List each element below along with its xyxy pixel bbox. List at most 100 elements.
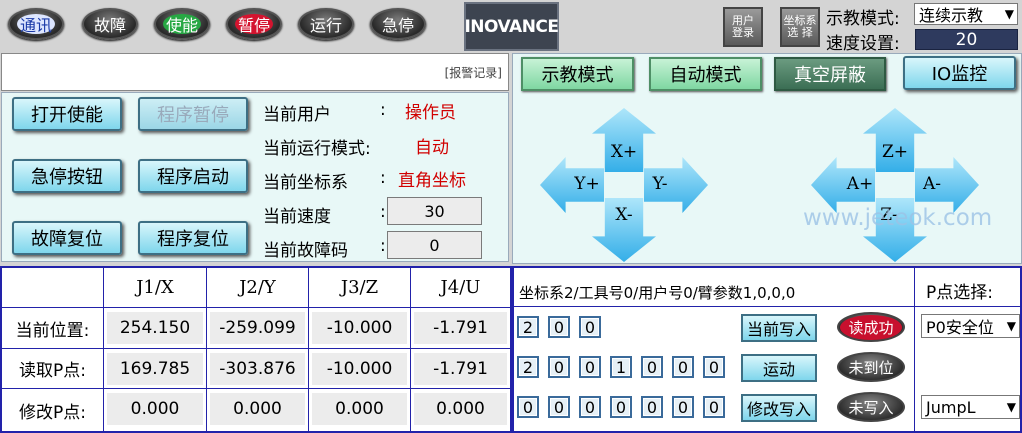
speed-setting-label: 速度设置: xyxy=(826,34,900,54)
read-success-label: 读成功 xyxy=(840,314,902,340)
enable-status-button[interactable]: 使能 xyxy=(154,8,210,40)
user-login-button[interactable]: 用户 登录 xyxy=(723,7,763,47)
modify-j2-input[interactable]: 0.000 xyxy=(210,393,305,425)
coord-select-label: 坐标系 选 择 xyxy=(783,14,817,39)
pause-status-button[interactable]: 暂停 xyxy=(226,8,282,40)
comm-status-button[interactable]: 通讯 xyxy=(8,8,64,40)
current-user-value: 操作员 xyxy=(405,103,456,123)
modify-write-button[interactable]: 修改写入 xyxy=(741,394,817,422)
not-arrived-label: 未到位 xyxy=(848,358,894,377)
modify-j1-input[interactable]: 0.000 xyxy=(107,393,203,425)
current-speed-label: 当前速度 xyxy=(263,207,331,227)
watermark: www.jeteok.com xyxy=(803,205,993,231)
digit-cell[interactable]: 0 xyxy=(517,396,539,418)
run-status-button[interactable]: 运行 xyxy=(298,8,354,40)
table-cell: 169.785 xyxy=(107,353,203,385)
fault-reset-button[interactable]: 故障复位 xyxy=(12,221,122,255)
col-header-j3: J3/Z xyxy=(340,277,379,298)
y-minus-label: Y- xyxy=(652,174,668,194)
estop-button[interactable]: 急停按钮 xyxy=(12,159,122,193)
digit-cell[interactable]: 0 xyxy=(672,356,694,378)
open-enable-button[interactable]: 打开使能 xyxy=(12,97,122,131)
digit-cell[interactable]: 0 xyxy=(579,316,601,338)
fault-code-colon: : xyxy=(380,236,386,256)
run-mode-label: 当前运行模式: xyxy=(263,139,371,159)
digit-cell[interactable]: 0 xyxy=(579,396,601,418)
coord-system-colon: : xyxy=(380,168,386,188)
col-header-j1: J1/X xyxy=(136,277,174,298)
jump-mode-select[interactable]: JumpL ▼ xyxy=(921,395,1020,419)
teach-mode-button[interactable]: 示教模式 xyxy=(521,57,634,91)
move-button[interactable]: 运动 xyxy=(741,354,817,382)
digit-cell[interactable]: 0 xyxy=(579,356,601,378)
point-panel-divider-h xyxy=(512,306,1022,307)
vacuum-shield-button[interactable]: 真空屏蔽 xyxy=(774,57,886,91)
fault-code-label: 当前故障码 xyxy=(263,241,348,261)
alarm-record-link[interactable]: [报警记录] xyxy=(445,64,502,81)
digit-cell[interactable]: 0 xyxy=(703,396,725,418)
row-label-read-point: 读取P点: xyxy=(19,361,86,381)
current-user-colon: : xyxy=(380,100,386,120)
row-label-current-position: 当前位置: xyxy=(15,320,90,341)
not-arrived-indicator: 未到位 xyxy=(837,352,905,382)
position-table: J1/X J2/Y J3/Z J4/U 当前位置: 254.150 -259.0… xyxy=(0,266,512,433)
digit-cell[interactable]: 0 xyxy=(610,396,632,418)
chevron-down-icon: ▼ xyxy=(1004,7,1014,21)
program-pause-button[interactable]: 程序暂停 xyxy=(138,97,248,131)
chevron-down-icon: ▼ xyxy=(1006,319,1016,333)
run-status-label: 运行 xyxy=(309,16,342,35)
digit-cell[interactable]: 0 xyxy=(703,356,725,378)
io-monitor-button[interactable]: IO监控 xyxy=(903,56,1016,90)
estop-status-label: 急停 xyxy=(381,16,414,35)
table-cell: -10.000 xyxy=(312,312,407,344)
digit-cell[interactable]: 0 xyxy=(548,316,570,338)
teach-mode-select[interactable]: 连续示教 ▼ xyxy=(914,3,1018,25)
digit-cell[interactable]: 0 xyxy=(548,356,570,378)
user-login-label: 用户 登录 xyxy=(732,14,754,39)
x-plus-label: X+ xyxy=(610,142,638,162)
auto-mode-button[interactable]: 自动模式 xyxy=(649,57,762,91)
modify-j4-input[interactable]: 0.000 xyxy=(414,393,507,425)
teach-mode-value: 连续示教 xyxy=(919,6,984,25)
speed-setting-input[interactable]: 20 xyxy=(915,29,1018,50)
alarm-bar: [报警记录] xyxy=(1,53,509,91)
not-written-label: 未写入 xyxy=(848,398,894,417)
jump-mode-value: JumpL xyxy=(926,397,976,417)
p-point-value: P0安全位 xyxy=(926,318,994,337)
fault-status-button[interactable]: 故障 xyxy=(82,8,138,40)
write-current-button[interactable]: 当前写入 xyxy=(741,314,817,342)
coord-system-label: 当前坐标系 xyxy=(263,173,348,193)
a-plus-label: A+ xyxy=(846,174,874,194)
digit-cell[interactable]: 0 xyxy=(672,396,694,418)
table-cell: -10.000 xyxy=(312,353,407,385)
pause-status-label: 暂停 xyxy=(235,14,273,35)
coord-select-button[interactable]: 坐标系 选 择 xyxy=(780,7,820,47)
col-header-j4: J4/U xyxy=(440,277,481,298)
read-success-indicator: 读成功 xyxy=(837,312,905,342)
digit-cell[interactable]: 0 xyxy=(641,356,663,378)
modify-j3-input[interactable]: 0.000 xyxy=(312,393,407,425)
col-header-j2: J2/Y xyxy=(239,277,276,298)
digit-cell[interactable]: 0 xyxy=(641,396,663,418)
program-start-button[interactable]: 程序启动 xyxy=(138,159,248,193)
fault-code-value: 0 xyxy=(387,231,482,259)
p-select-label: P点选择: xyxy=(926,283,993,303)
current-user-label: 当前用户 xyxy=(263,105,331,125)
comm-status-label: 通讯 xyxy=(17,14,55,35)
current-speed-colon: : xyxy=(380,202,386,222)
teach-mode-label: 示教模式: xyxy=(826,9,900,29)
digit-cell[interactable]: 2 xyxy=(517,356,539,378)
row-label-modify-point: 修改P点: xyxy=(19,402,86,423)
estop-status-button[interactable]: 急停 xyxy=(370,8,426,40)
table-cell: 254.150 xyxy=(107,312,203,344)
inovance-logo: INOVANCE xyxy=(464,2,559,51)
table-cell: -1.791 xyxy=(414,312,507,344)
digit-cell[interactable]: 1 xyxy=(610,356,632,378)
digit-cell[interactable]: 2 xyxy=(517,316,539,338)
chevron-down-icon: ▼ xyxy=(1006,400,1016,414)
z-plus-label: Z+ xyxy=(881,142,909,162)
p-point-select[interactable]: P0安全位 ▼ xyxy=(921,314,1020,338)
y-plus-label: Y+ xyxy=(574,174,600,194)
digit-cell[interactable]: 0 xyxy=(548,396,570,418)
program-reset-button[interactable]: 程序复位 xyxy=(138,221,248,255)
